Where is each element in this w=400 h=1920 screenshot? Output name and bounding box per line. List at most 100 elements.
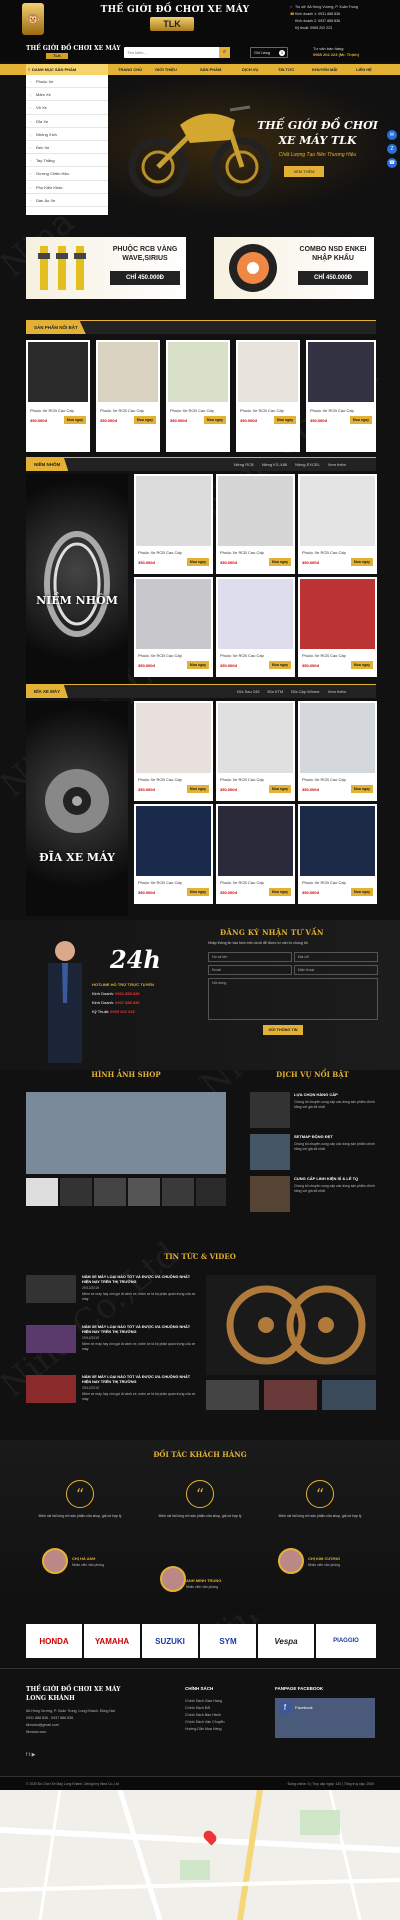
policy-link[interactable]: Chính Sách Vận Chuyển bbox=[185, 1719, 225, 1726]
partner-logo-yamaha[interactable]: YAMAHA bbox=[84, 1624, 140, 1658]
buy-now-button[interactable]: Mua ngay bbox=[187, 558, 209, 566]
buy-now-button[interactable]: Mua ngay bbox=[187, 785, 209, 793]
product-card[interactable]: Phuộc Xe RCB Cao Cấp 350.000đ Mua ngay bbox=[216, 701, 295, 801]
search-input[interactable] bbox=[124, 47, 216, 58]
tab-rim-rcb[interactable]: Niềng RCB bbox=[234, 462, 254, 467]
policy-link[interactable]: Hướng Dẫn Mua Hàng bbox=[185, 1726, 225, 1733]
tab-disc-245[interactable]: Đĩa Sau 245 bbox=[237, 689, 259, 694]
banner-cta-button[interactable]: XEM THÊM bbox=[284, 166, 324, 177]
buy-now-button[interactable]: Mua ngay bbox=[269, 558, 291, 566]
product-card[interactable]: Phuộc Xe RCB Cao Cấp 350.000đ Mua ngay bbox=[26, 340, 90, 452]
gallery-thumb[interactable] bbox=[60, 1178, 92, 1206]
sidebar-item[interactable]: Gương Chiếu Hậu bbox=[26, 167, 108, 181]
policy-link[interactable]: Chính Sách Bảo Hành bbox=[185, 1712, 225, 1719]
phone-icon[interactable]: ☎ bbox=[387, 158, 397, 168]
gallery-thumb[interactable] bbox=[196, 1178, 226, 1206]
product-card[interactable]: Phuộc Xe RCB Cao Cấp 350.000đ Mua ngay bbox=[96, 340, 160, 452]
buy-now-button[interactable]: Mua ngay bbox=[269, 888, 291, 896]
service-item[interactable]: LỰA CHỌN HÀNG CẤP Chúng tôi chuyên cung c… bbox=[250, 1092, 380, 1130]
gallery-thumb[interactable] bbox=[128, 1178, 160, 1206]
video-thumb[interactable] bbox=[206, 1380, 259, 1410]
product-card[interactable]: Phuộc Xe RCB Cao Cấp 350.000đ Mua ngay bbox=[216, 804, 295, 904]
view-more-link[interactable]: Xem thêm bbox=[328, 689, 346, 694]
sidebar-item[interactable]: Mâm Xe bbox=[26, 88, 108, 102]
name-field[interactable]: Họ và tên bbox=[208, 952, 292, 962]
partner-logo-honda[interactable]: HONDA bbox=[26, 1624, 82, 1658]
product-card[interactable]: Phuộc Xe RCB Cao Cấp 350.000đ Mua ngay bbox=[236, 340, 300, 452]
service-item[interactable]: CUNG CẤP LINH KIỆN SỈ & LẺ TQ Chúng tôi c… bbox=[250, 1176, 380, 1214]
buy-now-button[interactable]: Mua ngay bbox=[274, 416, 296, 424]
tab-disc-ktm[interactable]: Đĩa KTM bbox=[268, 689, 284, 694]
buy-now-button[interactable]: Mua ngay bbox=[187, 888, 209, 896]
sidebar-item[interactable]: Đèn Xe bbox=[26, 141, 108, 155]
buy-now-button[interactable]: Mua ngay bbox=[351, 785, 373, 793]
partner-logo-suzuki[interactable]: SUZUKI bbox=[142, 1624, 198, 1658]
product-card[interactable]: Phuộc Xe RCB Cao Cấp 350.000đ Mua ngay bbox=[216, 474, 295, 574]
twitter-icon[interactable]: t bbox=[29, 1752, 30, 1758]
product-card[interactable]: Phuộc Xe RCB Cao Cấp 350.000đ Mua ngay bbox=[298, 577, 377, 677]
submit-button[interactable]: GỬI THÔNG TIN bbox=[263, 1025, 303, 1035]
buy-now-button[interactable]: Mua ngay bbox=[350, 416, 372, 424]
gallery-image[interactable] bbox=[26, 1092, 226, 1174]
news-item[interactable]: NÂM XE MÁY LOẠI NÀO TỐT VÀ ĐƯỢC ƯA CHUỘN… bbox=[26, 1375, 196, 1405]
discs-category-image[interactable]: ĐĨA XE MÁY bbox=[26, 701, 128, 916]
policy-link[interactable]: Chính Sách Đổi bbox=[185, 1705, 225, 1712]
product-card[interactable]: Phuộc Xe RCB Cao Cấp 350.000đ Mua ngay bbox=[134, 474, 213, 574]
tab-disc-winner[interactable]: Đĩa Cặp Winner bbox=[291, 689, 319, 694]
site-logo[interactable]: 🐵 bbox=[22, 3, 44, 35]
youtube-icon[interactable]: ▶ bbox=[32, 1752, 36, 1758]
nav-news[interactable]: TIN TỨC bbox=[278, 64, 294, 75]
nav-about[interactable]: GIỚI THIỆU bbox=[155, 64, 177, 75]
product-card[interactable]: Phuộc Xe RCB Cao Cấp 350.000đ Mua ngay bbox=[216, 577, 295, 677]
messenger-icon[interactable]: ✉ bbox=[387, 130, 397, 140]
facebook-icon[interactable]: f bbox=[26, 1752, 27, 1758]
view-more-link[interactable]: Xem thêm bbox=[328, 462, 346, 467]
address-field[interactable]: Địa chỉ bbox=[294, 952, 378, 962]
buy-now-button[interactable]: Mua ngay bbox=[351, 558, 373, 566]
policy-link[interactable]: Chính Sách Giao Hàng bbox=[185, 1698, 225, 1705]
gallery-thumb[interactable] bbox=[94, 1178, 126, 1206]
tab-rim-excel[interactable]: Niềng EXCEL bbox=[295, 462, 320, 467]
service-item[interactable]: SETMAP ĐỘNG ĐẸT Chúng tôi chuyên cung cấp… bbox=[250, 1134, 380, 1172]
sidebar-item[interactable]: Dĩa Xe bbox=[26, 115, 108, 128]
sidebar-item[interactable]: Phuộc Xe bbox=[26, 75, 108, 89]
sidebar-item[interactable]: Tay Thắng bbox=[26, 154, 108, 168]
search-icon[interactable]: ⌕ bbox=[219, 47, 230, 58]
zalo-icon[interactable]: Z bbox=[387, 144, 397, 154]
video-thumb[interactable] bbox=[322, 1380, 376, 1410]
nav-home[interactable]: TRANG CHỦ bbox=[118, 64, 142, 75]
product-card[interactable]: Phuộc Xe RCB Cao Cấp 350.000đ Mua ngay bbox=[306, 340, 376, 452]
buy-now-button[interactable]: Mua ngay bbox=[351, 888, 373, 896]
partner-logo-sym[interactable]: SYM bbox=[200, 1624, 256, 1658]
partner-logo-vespa[interactable]: Vespa bbox=[258, 1624, 314, 1658]
gallery-thumb[interactable] bbox=[162, 1178, 194, 1206]
tab-rim-ks[interactable]: Niềng KS-X86 bbox=[262, 462, 287, 467]
nav-products[interactable]: SẢN PHẨM bbox=[200, 64, 221, 75]
gallery-thumb[interactable] bbox=[26, 1178, 58, 1206]
rims-category-image[interactable]: NIỀM NHÔM bbox=[26, 474, 128, 689]
video-thumb[interactable] bbox=[264, 1380, 317, 1410]
cart-button[interactable]: Giỏ hàng 0 bbox=[250, 47, 288, 58]
news-item[interactable]: NÂM XE MÁY LOẠI NÀO TỐT VÀ ĐƯỢC ƯA CHUỘN… bbox=[26, 1325, 196, 1355]
product-card[interactable]: Phuộc Xe RCB Cao Cấp 350.000đ Mua ngay bbox=[298, 804, 377, 904]
sidebar-item[interactable]: Phụ Kiện Khác bbox=[26, 181, 108, 194]
buy-now-button[interactable]: Mua ngay bbox=[64, 416, 86, 424]
facebook-widget[interactable]: f Facebook bbox=[275, 1698, 375, 1738]
sidebar-item[interactable]: Vỏ Xe bbox=[26, 101, 108, 115]
sidebar-item[interactable]: Dàn Áo Xe bbox=[26, 194, 108, 207]
video-player[interactable] bbox=[206, 1275, 376, 1375]
promo-banner-2[interactable]: COMBO NSD ENKEI NHẬP KHẨU CHỈ 450.000Đ bbox=[214, 237, 374, 299]
sidebar-item[interactable]: Nhông Xích bbox=[26, 128, 108, 141]
buy-now-button[interactable]: Mua ngay bbox=[204, 416, 226, 424]
product-card[interactable]: Phuộc Xe RCB Cao Cấp 350.000đ Mua ngay bbox=[134, 577, 213, 677]
nav-services[interactable]: DỊCH VỤ bbox=[242, 64, 258, 75]
product-card[interactable]: Phuộc Xe RCB Cao Cấp 350.000đ Mua ngay bbox=[134, 804, 213, 904]
buy-now-button[interactable]: Mua ngay bbox=[269, 661, 291, 669]
product-card[interactable]: Phuộc Xe RCB Cao Cấp 350.000đ Mua ngay bbox=[134, 701, 213, 801]
product-card[interactable]: Phuộc Xe RCB Cao Cấp 350.000đ Mua ngay bbox=[298, 701, 377, 801]
product-card[interactable]: Phuộc Xe RCB Cao Cấp 350.000đ Mua ngay bbox=[166, 340, 230, 452]
buy-now-button[interactable]: Mua ngay bbox=[269, 785, 291, 793]
product-card[interactable]: Phuộc Xe RCB Cao Cấp 350.000đ Mua ngay bbox=[298, 474, 377, 574]
buy-now-button[interactable]: Mua ngay bbox=[187, 661, 209, 669]
nav-promotions[interactable]: KHUYẾN MÃI bbox=[312, 64, 337, 75]
